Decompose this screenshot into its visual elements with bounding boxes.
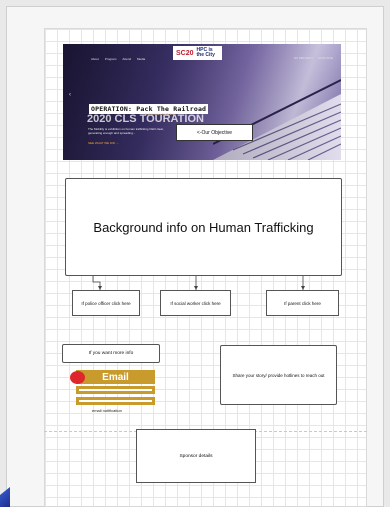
hero-nav-item[interactable]: About	[91, 57, 99, 61]
sponsor-details-box[interactable]: Sponsor details	[136, 429, 256, 483]
hero-nav-item[interactable]: Attend	[122, 57, 131, 61]
hero-nav-item[interactable]: Program	[105, 57, 117, 61]
hero-subtitle: End Human Trafficking	[145, 112, 176, 116]
brand-logo: SC20 HPC is the City	[173, 46, 222, 60]
email-notification-caption: email notification	[92, 408, 122, 413]
background-info-box[interactable]: Background info on Human Trafficking	[65, 178, 342, 276]
hero-nav-right: SC PROJECT SC20 SITE	[294, 56, 333, 60]
hero-nav-right-item[interactable]: SC PROJECT	[294, 56, 313, 60]
more-info-box[interactable]: If you want more info	[62, 344, 160, 363]
hero-cta-link[interactable]: SEE WHAT WE DID →	[88, 141, 119, 145]
hero-banner-image[interactable]: About Program Attend Media SC PROJECT SC…	[63, 44, 341, 160]
email-widget: Email	[70, 370, 155, 410]
hero-nav: About Program Attend Media	[91, 57, 145, 61]
hero-nav-right-item[interactable]: SC20 SITE	[318, 56, 333, 60]
police-officer-box[interactable]: If police officer click here	[72, 290, 140, 316]
email-field[interactable]	[76, 386, 155, 394]
email-button[interactable]: Email	[76, 370, 155, 384]
brand-hpc: HPC is the City	[196, 47, 215, 58]
share-story-box[interactable]: Share your story/ provide hotlines to re…	[220, 345, 337, 405]
brand-sc: SC20	[176, 49, 194, 57]
objective-label-box[interactable]: <-Our Objective	[176, 124, 253, 141]
carousel-prev-icon[interactable]: ‹	[69, 92, 71, 98]
social-worker-box[interactable]: If social worker click here	[160, 290, 231, 316]
email-field[interactable]	[76, 397, 155, 405]
email-red-dot	[70, 371, 85, 384]
hero-nav-item[interactable]: Media	[137, 57, 145, 61]
hero-blurb: The Mobility is exhibition on human traf…	[88, 127, 164, 135]
parent-box[interactable]: If parent click here	[266, 290, 339, 316]
corner-shape	[0, 487, 10, 507]
